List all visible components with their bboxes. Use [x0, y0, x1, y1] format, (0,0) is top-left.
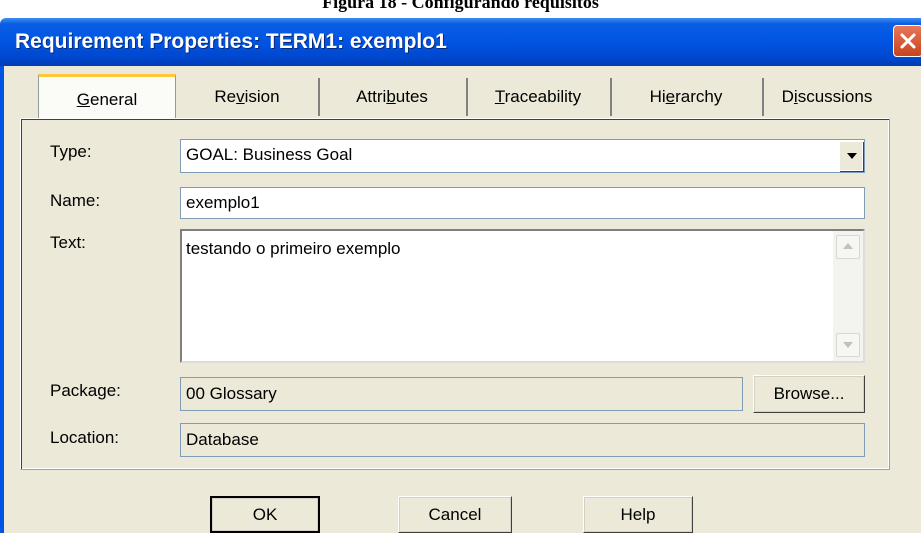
browse-button[interactable]: Browse... [753, 375, 865, 413]
package-field: 00 Glossary [180, 377, 743, 411]
tab-label: General [76, 90, 138, 109]
tab-label: Attributes [356, 87, 428, 106]
name-field-value: exemplo1 [186, 193, 260, 212]
name-field[interactable]: exemplo1 [180, 187, 865, 219]
text-area-value: testando o primeiro exemplo [186, 239, 401, 258]
vertical-scrollbar[interactable] [833, 231, 863, 361]
title-bar[interactable]: Requirement Properties: TERM1: exemplo1 [0, 18, 921, 66]
location-field: Database [180, 423, 865, 457]
package-label: Package: [50, 381, 121, 400]
tab-traceability[interactable]: Traceability [466, 78, 612, 116]
tab-hierarchy[interactable]: Hierarchy [610, 78, 764, 116]
dropdown-arrow-icon[interactable] [839, 141, 863, 171]
scroll-up-icon[interactable] [836, 235, 860, 259]
tab-label: Revision [214, 87, 280, 106]
type-select[interactable]: GOAL: Business Goal [180, 139, 865, 173]
figure-caption: Figura 18 - Configurando requisitos [322, 0, 599, 12]
package-field-value: 00 Glossary [186, 384, 277, 403]
tab-general[interactable]: General [38, 74, 176, 120]
tab-label: Traceability [494, 87, 582, 106]
location-field-value: Database [186, 430, 259, 449]
cancel-button[interactable]: Cancel [398, 496, 512, 533]
close-button[interactable] [893, 25, 921, 57]
ok-button[interactable]: OK [210, 496, 320, 533]
tab-label: Discussions [781, 87, 873, 106]
scroll-down-icon[interactable] [836, 333, 860, 357]
tab-attributes[interactable]: Attributes [318, 78, 468, 116]
window-title: Requirement Properties: TERM1: exemplo1 [15, 30, 447, 53]
close-icon [900, 33, 916, 49]
help-button[interactable]: Help [583, 496, 693, 533]
tab-discussions[interactable]: Discussions [762, 78, 892, 116]
tab-label: Hierarchy [649, 87, 723, 106]
type-select-value: GOAL: Business Goal [186, 145, 353, 164]
type-label: Type: [50, 142, 92, 161]
location-label: Location: [50, 428, 119, 447]
text-label: Text: [50, 233, 86, 252]
text-area[interactable]: testando o primeiro exemplo [180, 229, 865, 363]
name-label: Name: [50, 191, 101, 210]
tab-revision[interactable]: Revision [176, 78, 320, 116]
